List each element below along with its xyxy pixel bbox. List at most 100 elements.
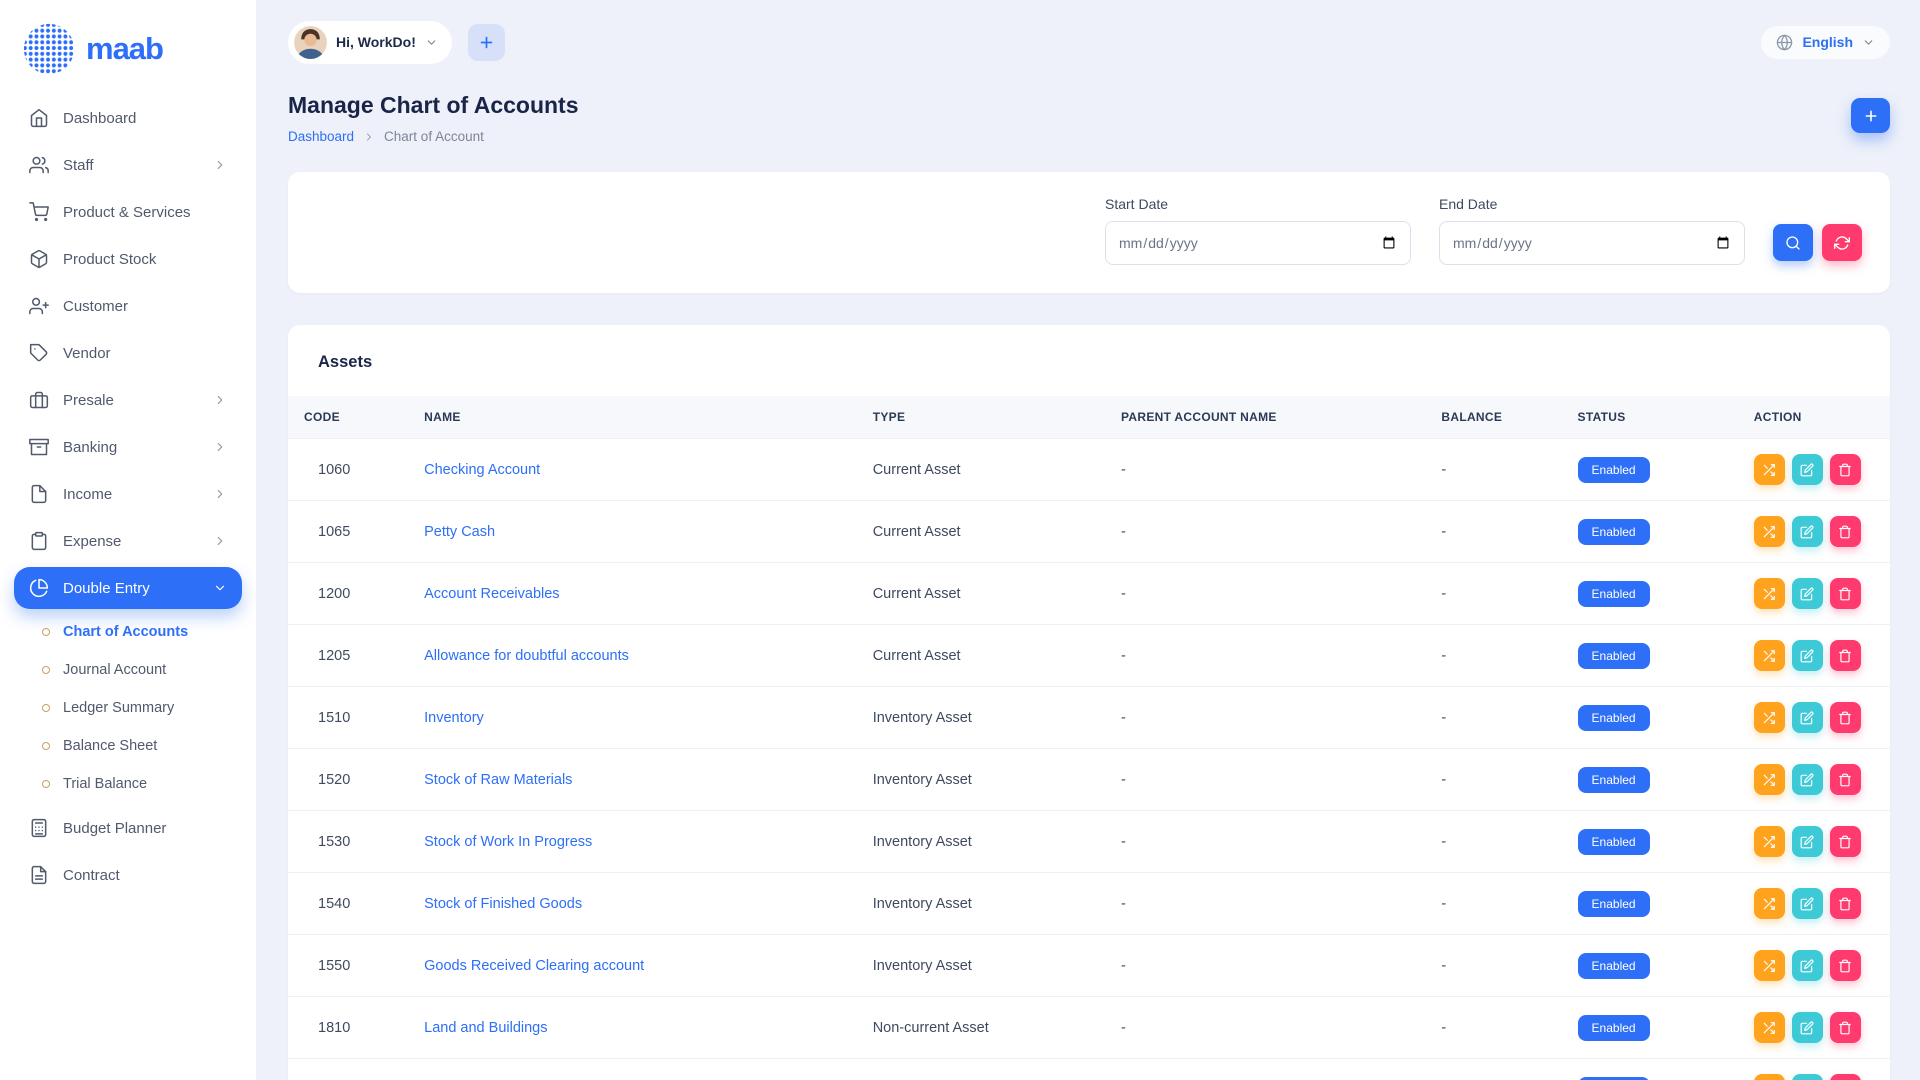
cell-balance: - — [1425, 687, 1561, 749]
brand-logo[interactable]: maab — [0, 16, 256, 92]
delete-button[interactable] — [1830, 1074, 1861, 1080]
row-actions — [1754, 764, 1874, 795]
status-badge[interactable]: Enabled — [1578, 519, 1650, 545]
edit-button[interactable] — [1792, 950, 1823, 981]
account-name-link[interactable]: Land and Buildings — [424, 1020, 547, 1036]
account-name-link[interactable]: Stock of Raw Materials — [424, 772, 572, 788]
cell-type: Inventory Asset — [857, 935, 1105, 997]
sidebar-subitem-label: Trial Balance — [63, 776, 147, 792]
account-name-link[interactable]: Goods Received Clearing account — [424, 958, 644, 974]
account-name-link[interactable]: Stock of Finished Goods — [424, 896, 582, 912]
transactions-button[interactable] — [1754, 764, 1785, 795]
status-badge[interactable]: Enabled — [1578, 891, 1650, 917]
row-actions — [1754, 454, 1874, 485]
status-badge[interactable]: Enabled — [1578, 1077, 1650, 1080]
status-badge[interactable]: Enabled — [1578, 1015, 1650, 1041]
sidebar-subitem[interactable]: Ledger Summary — [26, 690, 242, 726]
delete-button[interactable] — [1830, 640, 1861, 671]
sidebar-item[interactable]: Banking — [14, 426, 242, 468]
delete-button[interactable] — [1830, 888, 1861, 919]
transactions-button[interactable] — [1754, 454, 1785, 485]
edit-button[interactable] — [1792, 702, 1823, 733]
sidebar-item[interactable]: Budget Planner — [14, 807, 242, 849]
account-name-link[interactable]: Petty Cash — [424, 524, 495, 540]
filter-actions — [1773, 224, 1862, 265]
transactions-button[interactable] — [1754, 1074, 1785, 1080]
status-badge[interactable]: Enabled — [1578, 457, 1650, 483]
delete-button[interactable] — [1830, 578, 1861, 609]
sidebar-item[interactable]: Product Stock — [14, 238, 242, 280]
account-name-link[interactable]: Allowance for doubtful accounts — [424, 648, 629, 664]
delete-button[interactable] — [1830, 764, 1861, 795]
reset-button[interactable] — [1822, 224, 1862, 261]
user-menu[interactable]: Hi, WorkDo! — [288, 21, 452, 64]
greeting-label: Hi, WorkDo! — [336, 34, 416, 50]
transactions-button[interactable] — [1754, 826, 1785, 857]
sidebar-subitem[interactable]: Trial Balance — [26, 766, 242, 802]
sidebar-item[interactable]: Income — [14, 473, 242, 515]
sidebar-item[interactable]: Vendor — [14, 332, 242, 374]
account-name-link[interactable]: Stock of Work In Progress — [424, 834, 592, 850]
sidebar-item[interactable]: Presale — [14, 379, 242, 421]
delete-button[interactable] — [1830, 1012, 1861, 1043]
language-selector[interactable]: English — [1761, 26, 1890, 59]
status-badge[interactable]: Enabled — [1578, 581, 1650, 607]
delete-button[interactable] — [1830, 454, 1861, 485]
status-badge[interactable]: Enabled — [1578, 953, 1650, 979]
edit-button[interactable] — [1792, 1012, 1823, 1043]
cell-balance: - — [1425, 935, 1561, 997]
edit-button[interactable] — [1792, 1074, 1823, 1080]
status-badge[interactable]: Enabled — [1578, 829, 1650, 855]
sidebar-item[interactable]: Staff — [14, 144, 242, 186]
transactions-button[interactable] — [1754, 1012, 1785, 1043]
cell-parent-account: - — [1105, 687, 1425, 749]
status-badge[interactable]: Enabled — [1578, 643, 1650, 669]
end-date-input[interactable] — [1439, 221, 1745, 265]
chevron-down-icon — [1862, 36, 1875, 49]
transactions-button[interactable] — [1754, 888, 1785, 919]
sidebar-subitem[interactable]: Balance Sheet — [26, 728, 242, 764]
transactions-button[interactable] — [1754, 516, 1785, 547]
column-header: CODE — [288, 396, 408, 439]
breadcrumb-dashboard-link[interactable]: Dashboard — [288, 129, 354, 144]
delete-button[interactable] — [1830, 950, 1861, 981]
sidebar-item[interactable]: Contract — [14, 854, 242, 896]
edit-button[interactable] — [1792, 516, 1823, 547]
cell-balance: - — [1425, 625, 1561, 687]
sidebar-item[interactable]: Product & Services — [14, 191, 242, 233]
transactions-button[interactable] — [1754, 702, 1785, 733]
sidebar-item[interactable]: Expense — [14, 520, 242, 562]
table-row: 1520 Stock of Raw Materials Inventory As… — [288, 749, 1890, 811]
edit-button[interactable] — [1792, 640, 1823, 671]
cell-code: 1510 — [288, 687, 408, 749]
quick-add-button[interactable] — [468, 24, 505, 61]
account-name-link[interactable]: Checking Account — [424, 462, 540, 478]
sidebar-subitem[interactable]: Journal Account — [26, 652, 242, 688]
edit-button[interactable] — [1792, 578, 1823, 609]
sidebar-subitem[interactable]: Chart of Accounts — [26, 614, 242, 650]
start-date-input[interactable] — [1105, 221, 1411, 265]
transactions-button[interactable] — [1754, 578, 1785, 609]
sidebar-item[interactable]: Customer — [14, 285, 242, 327]
sidebar-item[interactable]: Double Entry — [14, 567, 242, 609]
row-actions — [1754, 826, 1874, 857]
delete-button[interactable] — [1830, 702, 1861, 733]
account-name-link[interactable]: Inventory — [424, 710, 484, 726]
main-content: Hi, WorkDo! English Manage Chart of Acco… — [256, 0, 1920, 1080]
status-badge[interactable]: Enabled — [1578, 767, 1650, 793]
create-account-button[interactable] — [1851, 98, 1890, 133]
edit-button[interactable] — [1792, 764, 1823, 795]
delete-button[interactable] — [1830, 516, 1861, 547]
search-button[interactable] — [1773, 224, 1813, 261]
edit-button[interactable] — [1792, 454, 1823, 485]
delete-button[interactable] — [1830, 826, 1861, 857]
edit-button[interactable] — [1792, 888, 1823, 919]
transactions-button[interactable] — [1754, 950, 1785, 981]
sidebar-item[interactable]: Dashboard — [14, 97, 242, 139]
start-date-label: Start Date — [1105, 196, 1411, 212]
account-name-link[interactable]: Account Receivables — [424, 586, 559, 602]
status-badge[interactable]: Enabled — [1578, 705, 1650, 731]
transactions-button[interactable] — [1754, 640, 1785, 671]
sidebar-item-label: Income — [63, 486, 112, 503]
edit-button[interactable] — [1792, 826, 1823, 857]
